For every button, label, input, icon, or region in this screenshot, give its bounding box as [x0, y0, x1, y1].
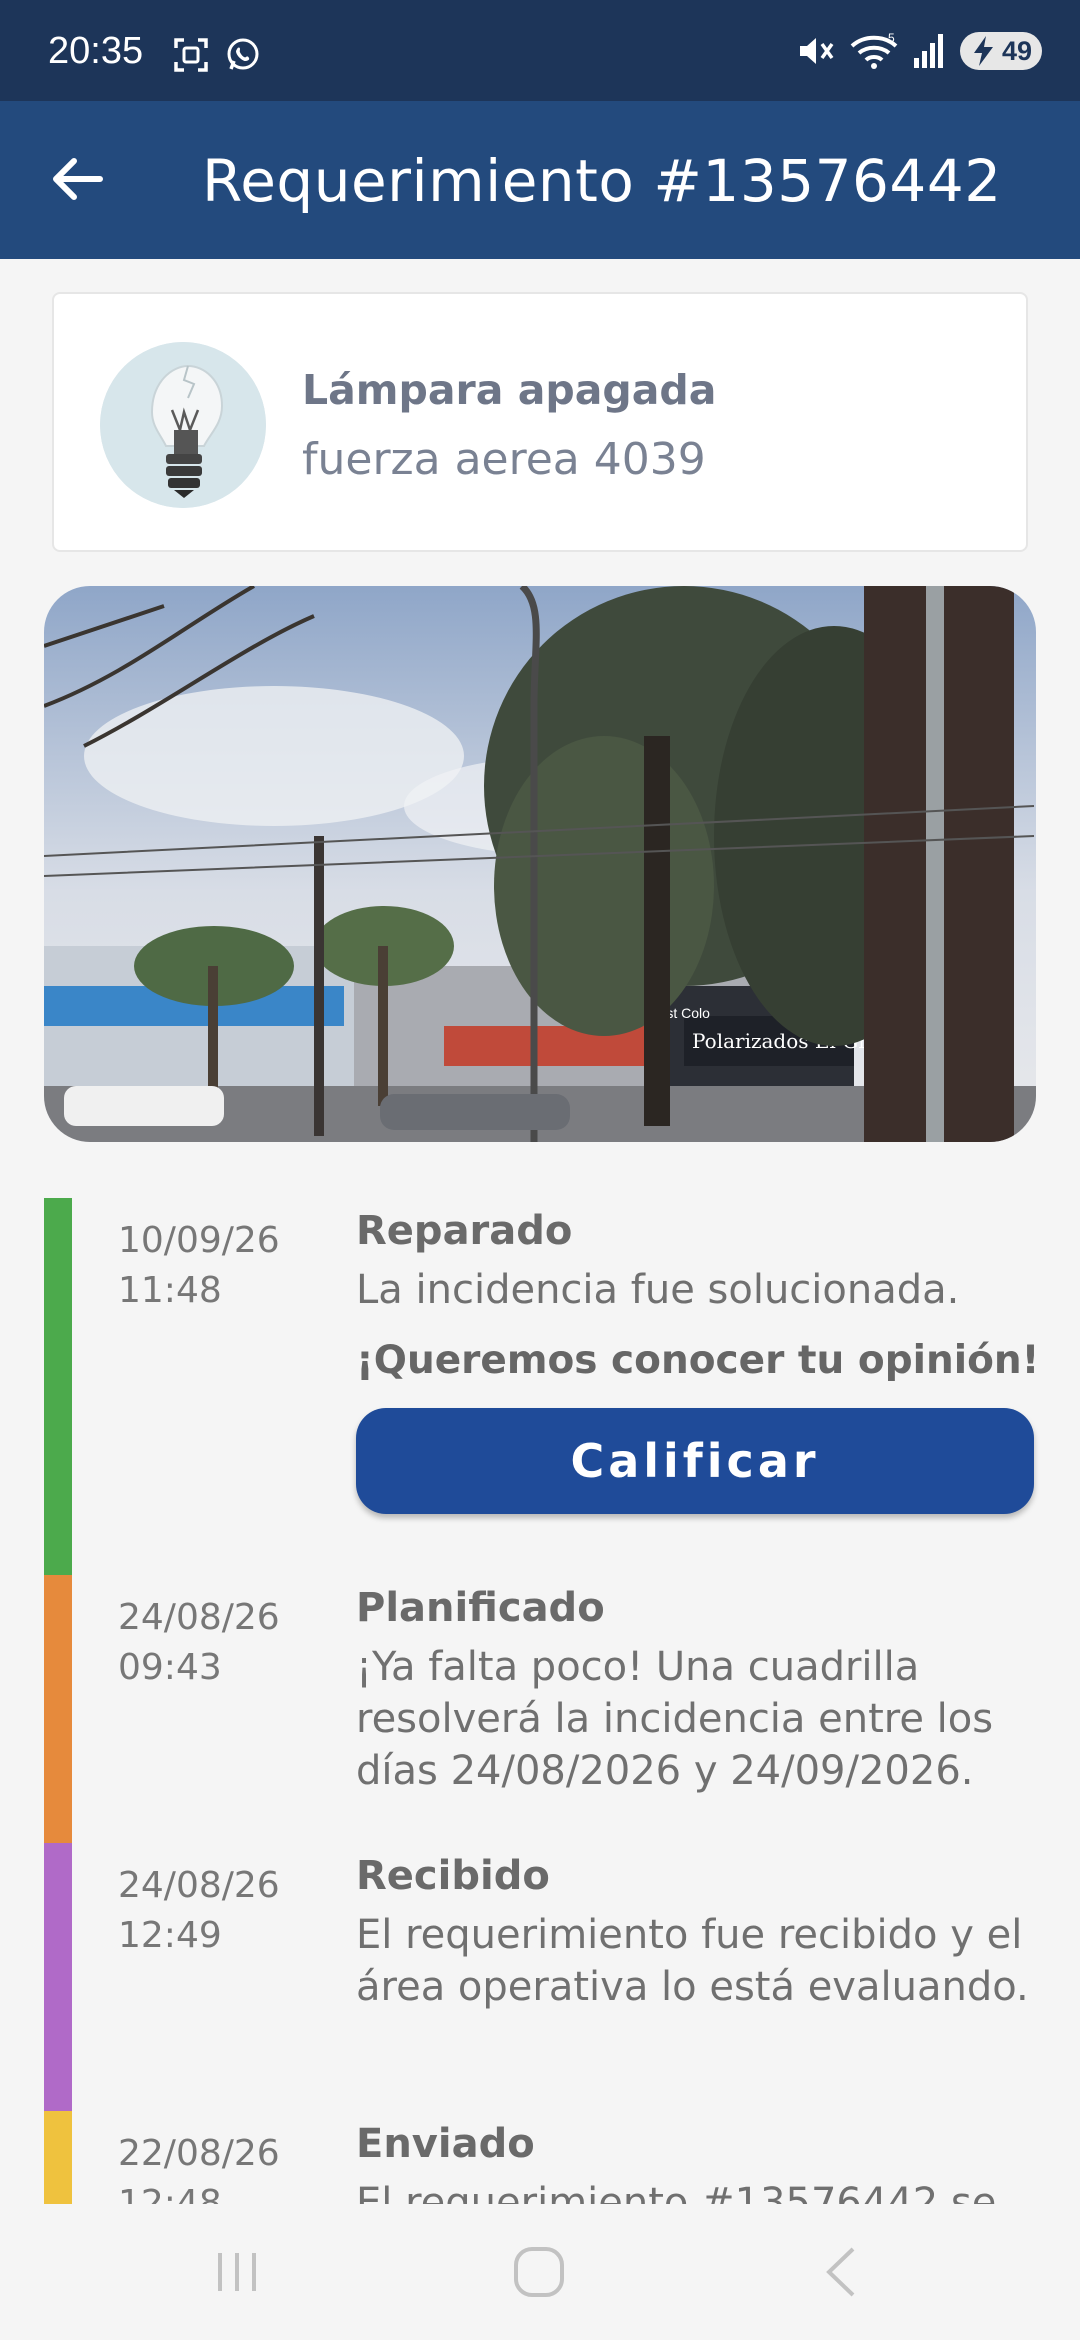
- timeline-time: 09:43: [118, 1647, 222, 1688]
- timeline-item-reparado: 10/09/26 11:48 Reparado La incidencia fu…: [0, 1198, 1080, 1575]
- issue-address: fuerza aerea 4039: [302, 434, 706, 485]
- timeline-status: Recibido: [356, 1853, 550, 1899]
- signal-icon: [914, 34, 943, 68]
- issue-title: Lámpara apagada: [302, 366, 717, 414]
- app-bar: Requerimiento #13576442: [0, 101, 1080, 259]
- back-nav-button[interactable]: [796, 2242, 886, 2302]
- battery-level: 49: [1001, 35, 1032, 66]
- timeline-item-planificado: 24/08/26 09:43 Planificado ¡Ya falta poc…: [0, 1575, 1080, 1843]
- status-timeline: 10/09/26 11:48 Reparado La incidencia fu…: [0, 1198, 1080, 2204]
- timeline-description: ¡Ya falta poco! Una cuadrilla resolverá …: [356, 1644, 994, 1794]
- arrow-left-icon: [53, 158, 103, 200]
- whatsapp-icon: [227, 38, 259, 70]
- feedback-prompt: ¡Queremos conocer tu opinión!: [356, 1338, 1040, 1383]
- timeline-bar: [44, 1843, 72, 2111]
- timeline-time: 12:49: [118, 1915, 222, 1956]
- timeline-item-recibido: 24/08/26 12:49 Recibido El requerimiento…: [0, 1843, 1080, 2111]
- rate-button[interactable]: Calificar: [356, 1408, 1034, 1514]
- timeline-bar: [44, 1575, 72, 1843]
- issue-card: Lámpara apagada fuerza aerea 4039: [52, 292, 1028, 552]
- timeline-date: 24/08/26: [118, 1597, 280, 1638]
- back-button[interactable]: [40, 141, 116, 217]
- timeline-bar: [44, 1198, 72, 1575]
- mute-icon: [800, 38, 834, 64]
- issue-photo[interactable]: Polarizados El Gringo Fast Colo: [44, 586, 1036, 1142]
- timeline-time: 12:48: [118, 2183, 222, 2204]
- timeline-status: Planificado: [356, 1585, 605, 1631]
- page-title: Requerimiento #13576442: [202, 147, 1002, 215]
- broken-bulb-icon: [100, 342, 266, 508]
- timeline-status: Reparado: [356, 1208, 573, 1254]
- timeline-date: 24/08/26: [118, 1865, 280, 1906]
- home-icon: [514, 2247, 564, 2297]
- wifi-icon: 5: [850, 32, 898, 69]
- timeline-datetime: 10/09/26 11:48: [118, 1216, 280, 1316]
- timeline-description: El requerimiento #13576442 se: [356, 2180, 997, 2204]
- status-time: 20:35: [48, 30, 144, 72]
- svg-text:5: 5: [888, 32, 895, 45]
- timeline-description: La incidencia fue solucionada.: [356, 1267, 960, 1313]
- timeline-description: El requerimiento fue recibido y el área …: [356, 1912, 1029, 2010]
- timeline-date: 22/08/26: [118, 2133, 280, 2174]
- timeline-status: Enviado: [356, 2121, 535, 2167]
- home-button[interactable]: [494, 2242, 584, 2302]
- back-nav-icon: [826, 2247, 855, 2297]
- system-nav-bar: [0, 2204, 1080, 2340]
- battery-icon: 49: [960, 32, 1042, 70]
- timeline-time: 11:48: [118, 1270, 222, 1311]
- timeline-date: 10/09/26: [118, 1220, 280, 1261]
- timeline-datetime: 24/08/26 09:43: [118, 1593, 280, 1693]
- timeline-datetime: 22/08/26 12:48: [118, 2129, 280, 2204]
- timeline-datetime: 24/08/26 12:49: [118, 1861, 280, 1961]
- screenshot-icon: [174, 38, 208, 72]
- timeline-item-enviado: 22/08/26 12:48 Enviado El requerimiento …: [0, 2111, 1080, 2204]
- recent-apps-icon: [218, 2253, 256, 2291]
- status-bar: 20:35 5 49: [0, 0, 1080, 101]
- recent-apps-button[interactable]: [192, 2242, 282, 2302]
- timeline-bar: [44, 2111, 72, 2204]
